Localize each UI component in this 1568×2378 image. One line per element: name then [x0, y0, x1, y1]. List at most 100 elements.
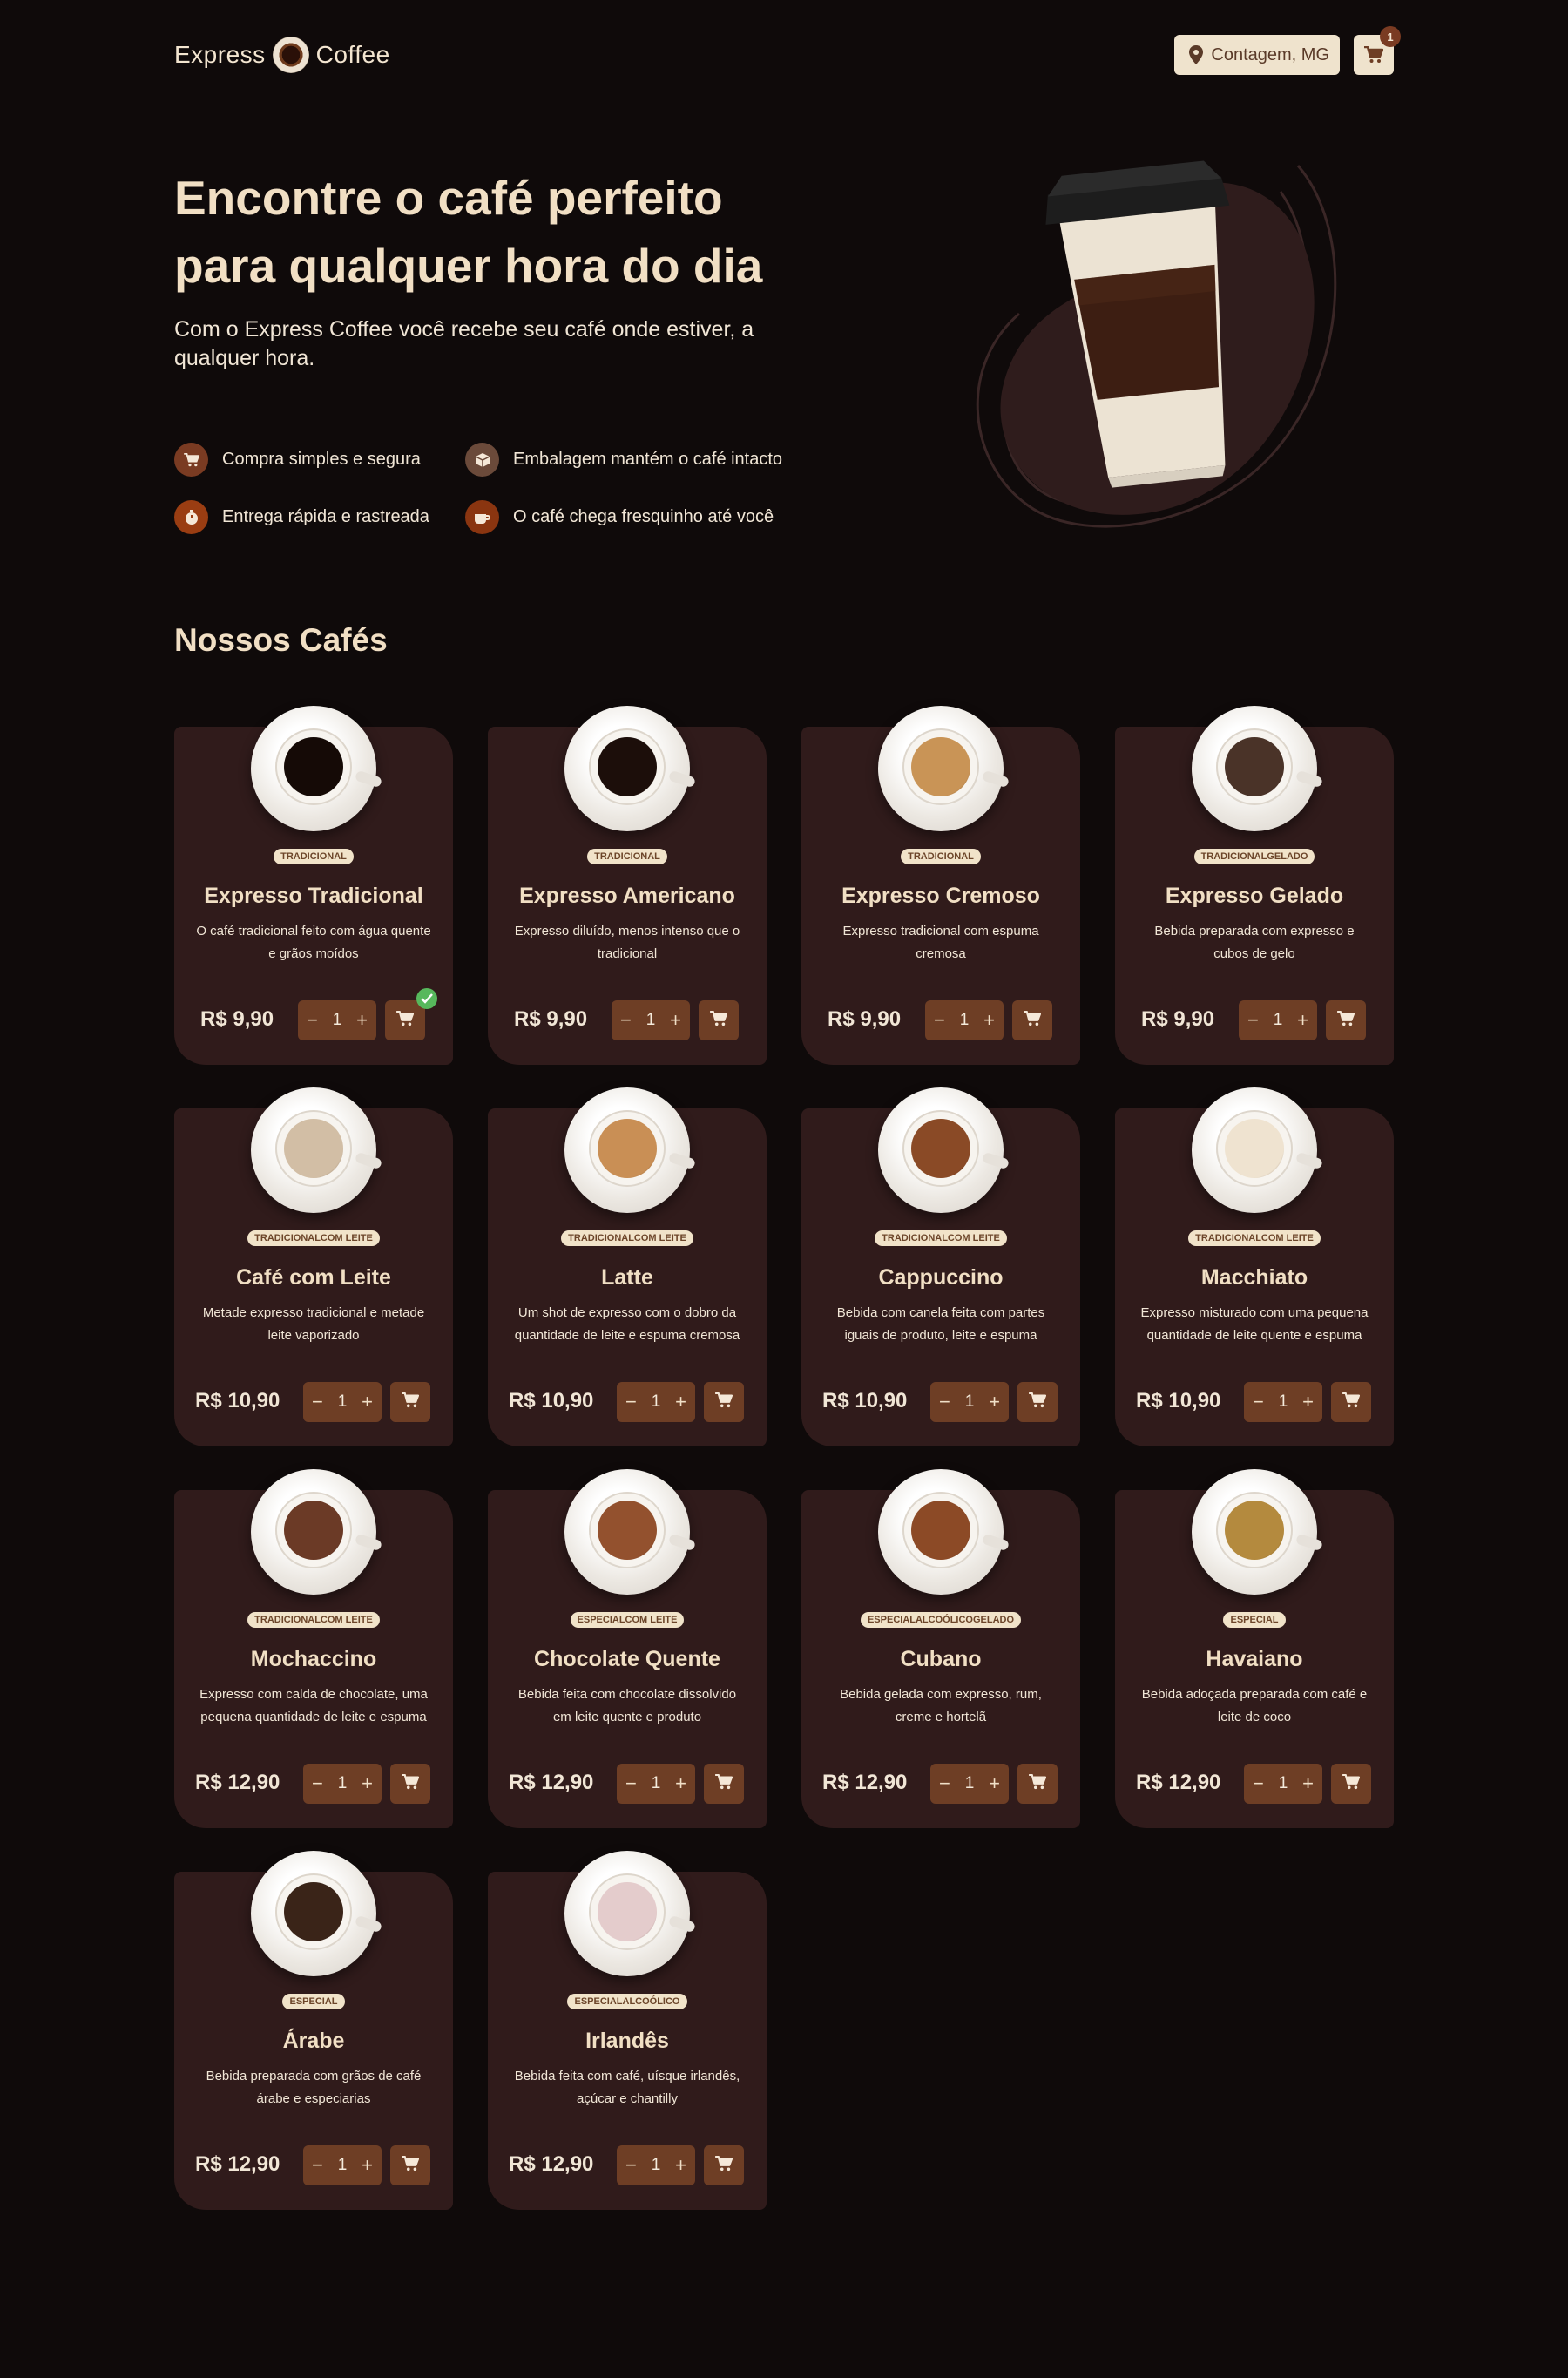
- minus-icon[interactable]: −: [1247, 1011, 1259, 1030]
- benefit-label: Embalagem mantém o café intacto: [513, 450, 783, 469]
- add-to-cart-button[interactable]: [1017, 1382, 1058, 1422]
- minus-icon[interactable]: −: [625, 1392, 637, 1412]
- product-tag: TRADICIONALGELADO: [1115, 848, 1394, 864]
- add-to-cart-button[interactable]: [390, 2145, 430, 2185]
- minus-icon[interactable]: −: [625, 1774, 637, 1793]
- coffee-surface: [1225, 737, 1284, 796]
- plus-icon[interactable]: +: [989, 1392, 1000, 1412]
- minus-icon[interactable]: −: [939, 1392, 950, 1412]
- quantity-value: 1: [337, 1774, 348, 1792]
- buy-row: R$ 12,90 − 1 +: [174, 1764, 453, 1804]
- minus-icon[interactable]: −: [1253, 1392, 1264, 1412]
- plus-icon[interactable]: +: [989, 1774, 1000, 1793]
- minus-icon[interactable]: −: [620, 1011, 632, 1030]
- product-tag: TRADICIONALCOM LEITE: [1115, 1230, 1394, 1246]
- benefit-item: O café chega fresquinho até você: [465, 500, 774, 534]
- plus-icon[interactable]: +: [362, 1392, 373, 1412]
- add-to-cart-button[interactable]: [1331, 1764, 1371, 1804]
- product-tag: TRADICIONALCOM LEITE: [801, 1230, 1080, 1246]
- add-to-cart-button[interactable]: [390, 1764, 430, 1804]
- product-price: R$ 9,90: [514, 1007, 588, 1031]
- coffee-cup-image: [251, 706, 383, 831]
- minus-icon[interactable]: −: [934, 1011, 945, 1030]
- quantity-value: 1: [332, 1011, 342, 1029]
- plus-icon[interactable]: +: [1297, 1011, 1308, 1030]
- product-tag-label: ESPECIALALCOÓLICOGELADO: [860, 1612, 1022, 1628]
- minus-icon[interactable]: −: [312, 2156, 323, 2175]
- minus-icon[interactable]: −: [939, 1774, 950, 1793]
- minus-icon[interactable]: −: [312, 1774, 323, 1793]
- minus-icon[interactable]: −: [312, 1392, 323, 1412]
- plus-icon[interactable]: +: [362, 1774, 373, 1793]
- product-name: Árabe: [282, 2029, 345, 2053]
- coffee-icon: [465, 500, 499, 534]
- plus-icon[interactable]: +: [983, 1011, 995, 1030]
- coffee-surface: [911, 1501, 970, 1560]
- add-to-cart-button[interactable]: [704, 1764, 744, 1804]
- quantity-stepper: − 1 +: [612, 1000, 690, 1040]
- product-name: Havaiano: [1206, 1647, 1303, 1671]
- cup-handle: [1294, 1533, 1324, 1552]
- product-description: O café tradicional feito com água quente…: [196, 924, 431, 961]
- add-to-cart-button[interactable]: [1012, 1000, 1052, 1040]
- add-to-cart-button[interactable]: [1331, 1382, 1371, 1422]
- logo[interactable]: Express Coffee: [174, 37, 390, 73]
- product-name: Chocolate Quente: [534, 1647, 720, 1671]
- add-to-cart-button[interactable]: [385, 988, 437, 1040]
- product-tag: TRADICIONAL: [488, 848, 767, 864]
- plus-icon[interactable]: +: [670, 1011, 681, 1030]
- product-description: Bebida com canela feita com partes iguai…: [836, 1305, 1045, 1343]
- cup-handle: [354, 1914, 383, 1934]
- product-description: Bebida adoçada preparada com café e leit…: [1141, 1687, 1368, 1724]
- product-price: R$ 9,90: [1141, 1007, 1215, 1031]
- coffee-cup-image: [564, 706, 697, 831]
- add-to-cart-button[interactable]: [1017, 1764, 1058, 1804]
- cart-icon: [1029, 1773, 1047, 1794]
- quantity-value: 1: [651, 2156, 661, 2174]
- buy-row: R$ 10,90 − 1 +: [801, 1382, 1080, 1422]
- coffee-surface: [911, 737, 970, 796]
- minus-icon[interactable]: −: [1253, 1774, 1264, 1793]
- product-name: Expresso Tradicional: [204, 884, 423, 908]
- add-to-cart-button[interactable]: [704, 1382, 744, 1422]
- buy-row: R$ 10,90 − 1 +: [1115, 1382, 1394, 1422]
- location-button[interactable]: Contagem, MG: [1174, 35, 1340, 75]
- cart-count-badge: 1: [1380, 26, 1401, 47]
- minus-icon[interactable]: −: [625, 2156, 637, 2175]
- product-card: ESPECIALALCOÓLICO Irlandês Bebida feita …: [488, 1851, 767, 2210]
- add-to-cart-button[interactable]: [1326, 1000, 1366, 1040]
- cart-icon: [710, 1010, 728, 1031]
- product-tag: TRADICIONALCOM LEITE: [174, 1611, 453, 1628]
- product-description: Bebida preparada com expresso e cubos de…: [1154, 924, 1355, 961]
- cart-icon: [396, 1010, 415, 1031]
- plus-icon[interactable]: +: [675, 1392, 686, 1412]
- coffee-surface: [284, 737, 343, 796]
- product-card: ESPECIALCOM LEITE Chocolate Quente Bebid…: [488, 1469, 767, 1828]
- plus-icon[interactable]: +: [1302, 1774, 1314, 1793]
- benefit-label: Entrega rápida e rastreada: [222, 507, 429, 526]
- add-to-cart-button[interactable]: [699, 1000, 739, 1040]
- cart-button[interactable]: 1: [1354, 26, 1401, 75]
- cup-handle: [1294, 769, 1324, 789]
- coffee-cup-image: [1192, 706, 1324, 831]
- plus-icon[interactable]: +: [362, 2156, 373, 2175]
- product-name: Café com Leite: [236, 1265, 391, 1290]
- plus-icon[interactable]: +: [1302, 1392, 1314, 1412]
- cup-handle: [667, 1914, 697, 1934]
- product-tag-label: TRADICIONALCOM LEITE: [247, 1612, 380, 1628]
- coffee-cup-image: [251, 1851, 383, 1976]
- cup-handle: [354, 1533, 383, 1552]
- product-tag-label: TRADICIONALCOM LEITE: [247, 1230, 380, 1246]
- quantity-value: 1: [964, 1774, 975, 1792]
- add-to-cart-button[interactable]: [390, 1382, 430, 1422]
- add-to-cart-button[interactable]: [704, 2145, 744, 2185]
- plus-icon[interactable]: +: [675, 2156, 686, 2175]
- plus-icon[interactable]: +: [675, 1774, 686, 1793]
- plus-icon[interactable]: +: [356, 1011, 368, 1030]
- buy-row: R$ 12,90 − 1 +: [174, 2145, 453, 2185]
- buy-row: R$ 12,90 − 1 +: [488, 1764, 767, 1804]
- product-card: TRADICIONAL Expresso Tradicional O café …: [174, 706, 453, 1065]
- coffee-surface: [598, 737, 657, 796]
- product-description: Bebida feita com café, uísque irlandês, …: [514, 2069, 740, 2106]
- minus-icon[interactable]: −: [307, 1011, 318, 1030]
